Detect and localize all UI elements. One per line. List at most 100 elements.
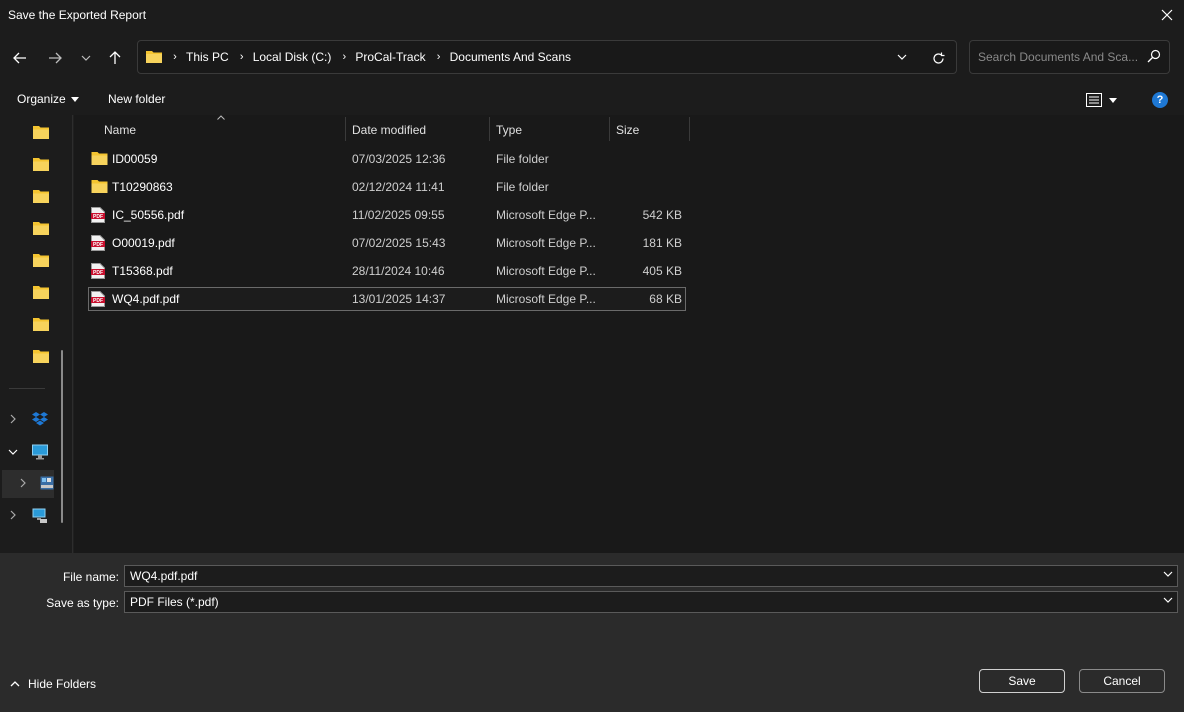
organize-label: Organize bbox=[17, 92, 66, 106]
file-date: 11/02/2025 09:55 bbox=[352, 208, 445, 222]
file-row[interactable]: PDF T15368.pdf 28/11/2024 10:46 Microsof… bbox=[88, 259, 686, 283]
file-row[interactable]: T10290863 02/12/2024 11:41 File folder bbox=[88, 175, 686, 199]
column-name-label: Name bbox=[104, 123, 137, 137]
chevron-right-icon: › bbox=[239, 51, 244, 63]
search-box bbox=[969, 40, 1170, 74]
file-name: WQ4.pdf.pdf bbox=[112, 292, 180, 306]
file-row[interactable]: PDF IC_50556.pdf 11/02/2025 09:55 Micros… bbox=[88, 203, 686, 227]
refresh-button[interactable] bbox=[928, 49, 948, 67]
recent-locations-button[interactable] bbox=[72, 44, 100, 72]
close-icon bbox=[1161, 9, 1173, 21]
file-name: O00019.pdf bbox=[112, 236, 175, 250]
nav-item-dropbox[interactable] bbox=[2, 406, 54, 434]
column-divider[interactable] bbox=[609, 117, 610, 141]
file-size: 542 KB bbox=[642, 208, 682, 222]
filename-field[interactable]: WQ4.pdf.pdf bbox=[124, 565, 1178, 587]
crumb-this-pc[interactable]: This PC bbox=[182, 50, 235, 64]
nav-item-network[interactable] bbox=[2, 502, 54, 530]
address-dropdown-button[interactable] bbox=[892, 49, 912, 65]
quick-access-folder-icon[interactable] bbox=[33, 125, 49, 139]
file-date: 07/03/2025 12:36 bbox=[352, 152, 446, 166]
chevron-right-icon: › bbox=[173, 51, 177, 63]
chevron-right-icon: › bbox=[436, 51, 441, 63]
column-header-size[interactable]: Size bbox=[616, 117, 686, 143]
chevron-right-icon bbox=[10, 414, 16, 424]
pane-divider[interactable] bbox=[72, 115, 73, 553]
arrow-left-icon bbox=[13, 52, 26, 64]
svg-text:PDF: PDF bbox=[93, 298, 103, 304]
chevron-down-icon bbox=[8, 449, 18, 455]
back-button[interactable] bbox=[6, 44, 34, 72]
nav-item-this-pc[interactable] bbox=[2, 438, 54, 466]
save-as-type-value: PDF Files (*.pdf) bbox=[130, 595, 219, 609]
file-row[interactable]: PDF O00019.pdf 07/02/2025 15:43 Microsof… bbox=[88, 231, 686, 255]
file-date: 02/12/2024 11:41 bbox=[352, 180, 445, 194]
file-row-selected[interactable]: PDF WQ4.pdf.pdf 13/01/2025 14:37 Microso… bbox=[88, 287, 686, 311]
file-type: Microsoft Edge P... bbox=[496, 236, 596, 250]
crumb-local-disk[interactable]: Local Disk (C:) bbox=[249, 50, 338, 64]
help-button[interactable]: ? bbox=[1152, 92, 1168, 108]
column-header-name[interactable]: Name bbox=[104, 117, 344, 143]
file-type: Microsoft Edge P... bbox=[496, 208, 596, 222]
file-name: ID00059 bbox=[112, 152, 158, 166]
up-button[interactable] bbox=[101, 44, 129, 72]
chevron-right-icon bbox=[20, 478, 26, 488]
column-header-type[interactable]: Type bbox=[496, 117, 596, 143]
drive-icon bbox=[40, 476, 54, 490]
organize-button[interactable]: Organize bbox=[17, 92, 79, 106]
pdf-icon: PDF bbox=[91, 207, 105, 223]
save-button[interactable]: Save bbox=[979, 669, 1065, 693]
breadcrumb: › This PC › Local Disk (C:) › ProCal-Tra… bbox=[168, 41, 577, 73]
quick-access-folder-icon[interactable] bbox=[33, 189, 49, 203]
address-bar[interactable]: › This PC › Local Disk (C:) › ProCal-Tra… bbox=[137, 40, 957, 74]
search-icon[interactable] bbox=[1147, 49, 1161, 63]
file-date: 07/02/2025 15:43 bbox=[352, 236, 446, 250]
chevron-down-icon bbox=[897, 54, 907, 60]
window-title: Save the Exported Report bbox=[8, 8, 147, 22]
nav-item-local-disk[interactable] bbox=[2, 470, 54, 498]
search-input[interactable] bbox=[978, 49, 1138, 65]
navigation-pane bbox=[0, 115, 73, 553]
chevron-right-icon bbox=[10, 510, 16, 520]
crumb-documents-and-scans[interactable]: Documents And Scans bbox=[446, 50, 577, 64]
file-row[interactable]: ID00059 07/03/2025 12:36 File folder bbox=[88, 147, 686, 171]
file-type: File folder bbox=[496, 152, 549, 166]
chevron-down-icon[interactable] bbox=[1163, 571, 1173, 577]
column-header-date[interactable]: Date modified bbox=[352, 117, 482, 143]
filename-value: WQ4.pdf.pdf bbox=[130, 569, 198, 583]
nav-divider bbox=[9, 388, 45, 389]
quick-access-folder-icon[interactable] bbox=[33, 285, 49, 299]
dropbox-icon bbox=[32, 412, 48, 426]
change-view-button[interactable] bbox=[1086, 90, 1126, 110]
hide-folders-button[interactable]: Hide Folders bbox=[10, 677, 96, 691]
pdf-icon: PDF bbox=[91, 291, 105, 307]
save-as-type-select[interactable]: PDF Files (*.pdf) bbox=[124, 591, 1178, 613]
column-divider[interactable] bbox=[689, 117, 690, 141]
column-divider[interactable] bbox=[489, 117, 490, 141]
folder-icon bbox=[91, 180, 108, 193]
quick-access-folder-icon[interactable] bbox=[33, 253, 49, 267]
file-type: File folder bbox=[496, 180, 549, 194]
quick-access-folder-icon[interactable] bbox=[33, 221, 49, 235]
chevron-right-icon: › bbox=[342, 51, 347, 63]
caret-down-icon bbox=[1109, 97, 1117, 103]
new-folder-button[interactable]: New folder bbox=[108, 92, 165, 106]
column-divider[interactable] bbox=[345, 117, 346, 141]
caret-down-icon bbox=[70, 96, 79, 102]
svg-text:PDF: PDF bbox=[93, 242, 103, 248]
nav-scrollbar[interactable] bbox=[61, 350, 63, 523]
quick-access-folder-icon[interactable] bbox=[33, 317, 49, 331]
arrow-up-icon bbox=[109, 51, 121, 64]
close-button[interactable] bbox=[1150, 0, 1184, 30]
svg-text:PDF: PDF bbox=[93, 214, 103, 220]
chevron-down-icon bbox=[1163, 597, 1173, 603]
file-size: 68 KB bbox=[649, 292, 682, 306]
file-type: Microsoft Edge P... bbox=[496, 292, 596, 306]
file-date: 13/01/2025 14:37 bbox=[352, 292, 446, 306]
quick-access-folder-icon[interactable] bbox=[33, 157, 49, 171]
cancel-button[interactable]: Cancel bbox=[1079, 669, 1165, 693]
quick-access-folder-icon[interactable] bbox=[33, 349, 49, 363]
crumb-procal-track[interactable]: ProCal-Track bbox=[351, 50, 431, 64]
sort-ascending-icon bbox=[217, 115, 225, 120]
forward-button[interactable] bbox=[41, 44, 69, 72]
